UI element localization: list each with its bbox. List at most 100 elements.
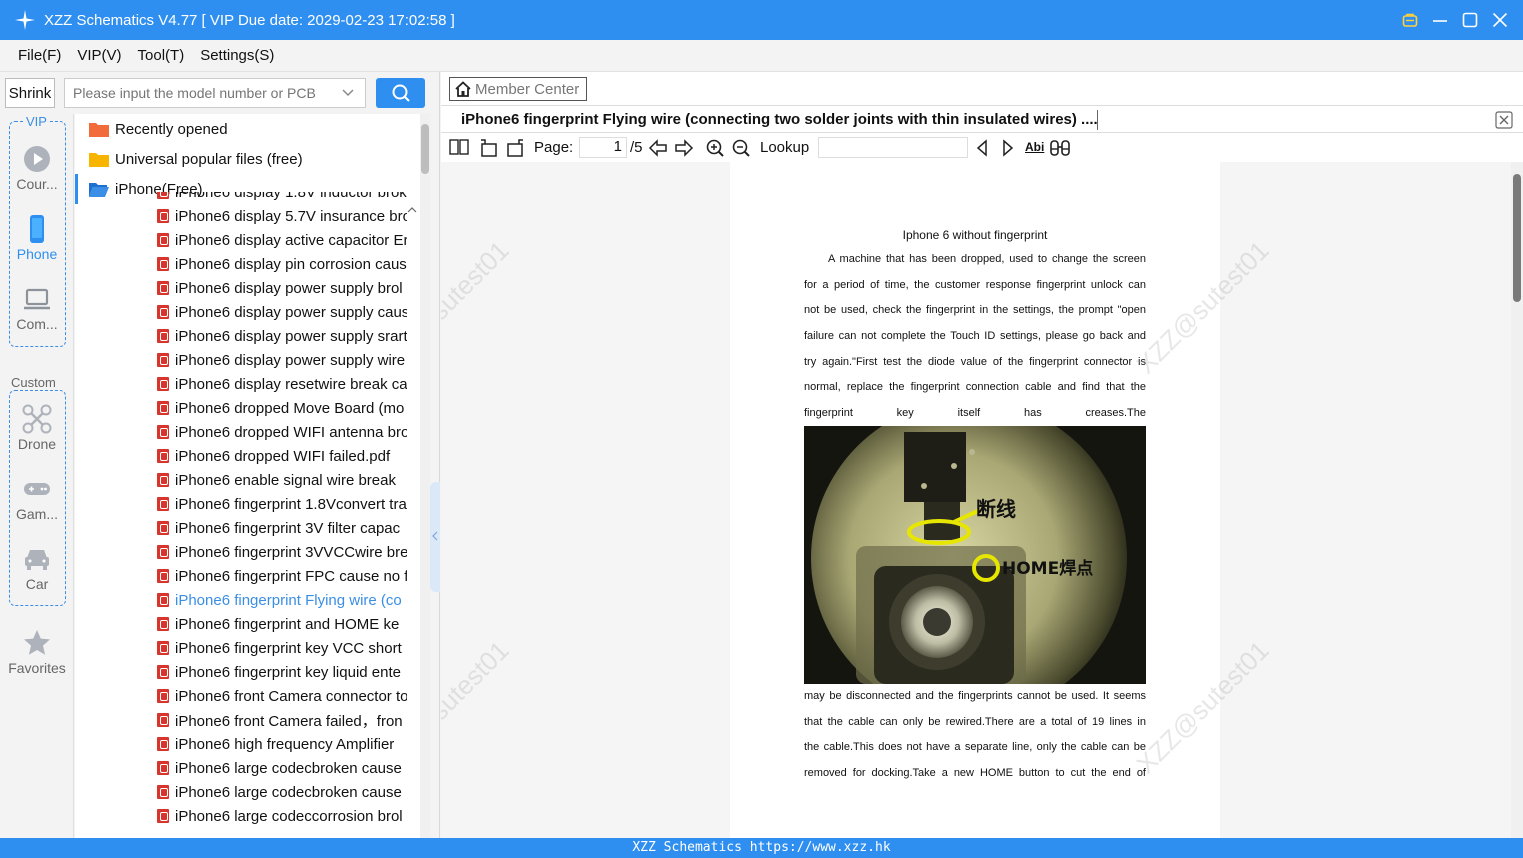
model-search-box[interactable]: [64, 78, 366, 108]
vip-badge-icon[interactable]: [1401, 11, 1419, 29]
file-row[interactable]: iPhone6 display 1.8V inductor brok: [75, 192, 407, 204]
file-label: iPhone6 fingerprint 1.8Vconvert tra: [175, 495, 407, 513]
file-row[interactable]: iPhone6 fingerprint key liquid ente: [75, 660, 407, 684]
search-button[interactable]: [376, 78, 425, 108]
two-page-view-icon[interactable]: [449, 138, 469, 156]
menu-settings[interactable]: Settings(S): [200, 47, 274, 64]
zoom-in-icon[interactable]: [705, 138, 725, 158]
file-row[interactable]: iPhone6 display resetwire break ca: [75, 372, 407, 396]
lookup-input[interactable]: [818, 137, 968, 158]
file-row[interactable]: iPhone6 high frequency Amplifier: [75, 732, 407, 756]
file-row[interactable]: iPhone6 fingerprint and HOME ke: [75, 612, 407, 636]
file-row[interactable]: iPhone6 dropped WIFI failed.pdf: [75, 444, 407, 468]
chevron-left-icon: [432, 531, 438, 541]
document-line: fingerprint key itself has creases.The: [804, 407, 1146, 420]
zoom-out-icon[interactable]: [731, 138, 751, 158]
pdf-viewer[interactable]: Iphone 6 without fingerprint A machine t…: [441, 162, 1511, 838]
rotate-right-icon[interactable]: [505, 138, 525, 158]
category-car[interactable]: Car: [0, 544, 74, 592]
category-favorites[interactable]: Favorites: [0, 628, 74, 676]
category-computer-label: Com...: [16, 316, 58, 332]
file-row[interactable]: iPhone6 fingerprint 1.8Vconvert tra: [75, 492, 407, 516]
maximize-icon[interactable]: [1461, 11, 1479, 29]
lookup-label: Lookup: [760, 139, 810, 156]
close-icon[interactable]: [1491, 11, 1509, 29]
find-previous-icon[interactable]: [973, 138, 991, 158]
document-paragraph-2: may be disconnected and the fingerprints…: [804, 684, 1146, 787]
file-row[interactable]: iPhone6 display pin corrosion caus: [75, 252, 407, 276]
menu-tool[interactable]: Tool(T): [138, 47, 185, 64]
pdf-icon: [157, 449, 169, 463]
category-computer[interactable]: Com...: [0, 284, 74, 332]
vip-group-label: VIP: [25, 114, 48, 129]
file-row[interactable]: iPhone6 display power supply srart: [75, 324, 407, 348]
next-page-icon[interactable]: [674, 138, 694, 158]
file-row[interactable]: iPhone6 front Camera failed，fron: [75, 708, 407, 732]
file-row[interactable]: iPhone6 display power supply caus: [75, 300, 407, 324]
file-row[interactable]: iPhone6 fingerprint 3V filter capac: [75, 516, 407, 540]
tree-scrollbar[interactable]: [420, 114, 430, 838]
chevron-down-icon[interactable]: [341, 85, 355, 99]
car-icon: [25, 550, 49, 570]
file-label: iPhone6 dropped Move Board (mo: [175, 399, 405, 417]
viewer-toolbar: Page: 1 /5 Lookup Abi: [441, 134, 1523, 162]
file-row[interactable]: iPhone6 fingerprint 3VVCCwire bre: [75, 540, 407, 564]
folder-recently-opened[interactable]: Recently opened: [75, 114, 420, 144]
document-line: failure can not complete the Touch ID se…: [804, 330, 1146, 343]
file-label: iPhone6 display power supply wire: [175, 351, 406, 369]
document-line: the cable.This does not have a separate …: [804, 741, 1146, 754]
menu-vip[interactable]: VIP(V): [77, 47, 121, 64]
minimize-icon[interactable]: [1431, 11, 1449, 29]
panel-collapse-handle[interactable]: [430, 482, 440, 592]
search-input[interactable]: [73, 85, 333, 101]
close-document-icon[interactable]: [1495, 111, 1513, 129]
pdf-page: Iphone 6 without fingerprint A machine t…: [730, 162, 1220, 838]
file-row[interactable]: iPhone6 display power supply brol: [75, 276, 407, 300]
file-row[interactable]: iPhone6 fingerprint FPC cause no f: [75, 564, 407, 588]
tree-scrollbar-thumb[interactable]: [421, 124, 429, 174]
match-case-icon[interactable]: Abi: [1025, 140, 1044, 154]
tab-separator: [1097, 110, 1098, 130]
drone-icon: [22, 404, 52, 434]
file-row[interactable]: iPhone6 fingerprint key VCC short: [75, 636, 407, 660]
category-phone[interactable]: Phone: [0, 214, 74, 262]
watermark-3: XZZ@sutest01: [441, 635, 515, 780]
pdf-icon: [157, 545, 169, 559]
file-row[interactable]: iPhone6 dropped WIFI antenna bro: [75, 420, 407, 444]
previous-page-icon[interactable]: [648, 138, 668, 158]
file-row[interactable]: iPhone6 display power supply wire: [75, 348, 407, 372]
file-row[interactable]: iPhone6 enable signal wire break: [75, 468, 407, 492]
pdf-icon: [157, 737, 169, 751]
viewer-scrollbar-thumb[interactable]: [1513, 174, 1521, 302]
file-label: iPhone6 fingerprint and HOME ke: [175, 615, 400, 633]
viewer-scrollbar[interactable]: [1511, 162, 1523, 838]
file-row[interactable]: iPhone6 fingerprint Flying wire (co: [75, 588, 407, 612]
category-course[interactable]: Cour...: [0, 144, 74, 192]
document-tab[interactable]: iPhone6 fingerprint Flying wire (connect…: [441, 105, 1523, 133]
file-row[interactable]: iPhone6 display 5.7V insurance broken: [75, 204, 407, 228]
pdf-icon: [157, 497, 169, 511]
file-row[interactable]: iPhone6 front Camera connector to: [75, 684, 407, 708]
file-row[interactable]: iPhone6 large codecbroken cause: [75, 756, 407, 780]
shrink-button[interactable]: Shrink: [5, 78, 55, 108]
pdf-icon: [157, 761, 169, 775]
pdf-icon: [157, 305, 169, 319]
menu-file[interactable]: File(F): [18, 47, 61, 64]
page-total: /5: [630, 139, 643, 156]
file-row[interactable]: iPhone6 large codeccorrosion brol: [75, 804, 407, 828]
binoculars-icon[interactable]: [1049, 138, 1071, 158]
page-number-input[interactable]: 1: [579, 137, 627, 158]
category-game[interactable]: Gam...: [0, 474, 74, 522]
file-row[interactable]: iPhone6 display active capacitor Er: [75, 228, 407, 252]
category-drone[interactable]: Drone: [0, 404, 74, 452]
member-center-button[interactable]: Member Center: [449, 77, 587, 101]
file-label: iPhone6 fingerprint Flying wire (co: [175, 591, 402, 609]
file-label: iPhone6 fingerprint 3V filter capac: [175, 519, 401, 537]
title-bar: XZZ Schematics V4.77 [ VIP Due date: 202…: [0, 0, 1523, 40]
file-row[interactable]: iPhone6 large codecbroken cause: [75, 780, 407, 804]
rotate-left-icon[interactable]: [479, 138, 499, 158]
microscope-photo: 断线 HOME焊点: [804, 426, 1146, 684]
file-row[interactable]: iPhone6 dropped Move Board (mo: [75, 396, 407, 420]
find-next-icon[interactable]: [999, 138, 1017, 158]
folder-universal-popular[interactable]: Universal popular files (free): [75, 144, 420, 174]
